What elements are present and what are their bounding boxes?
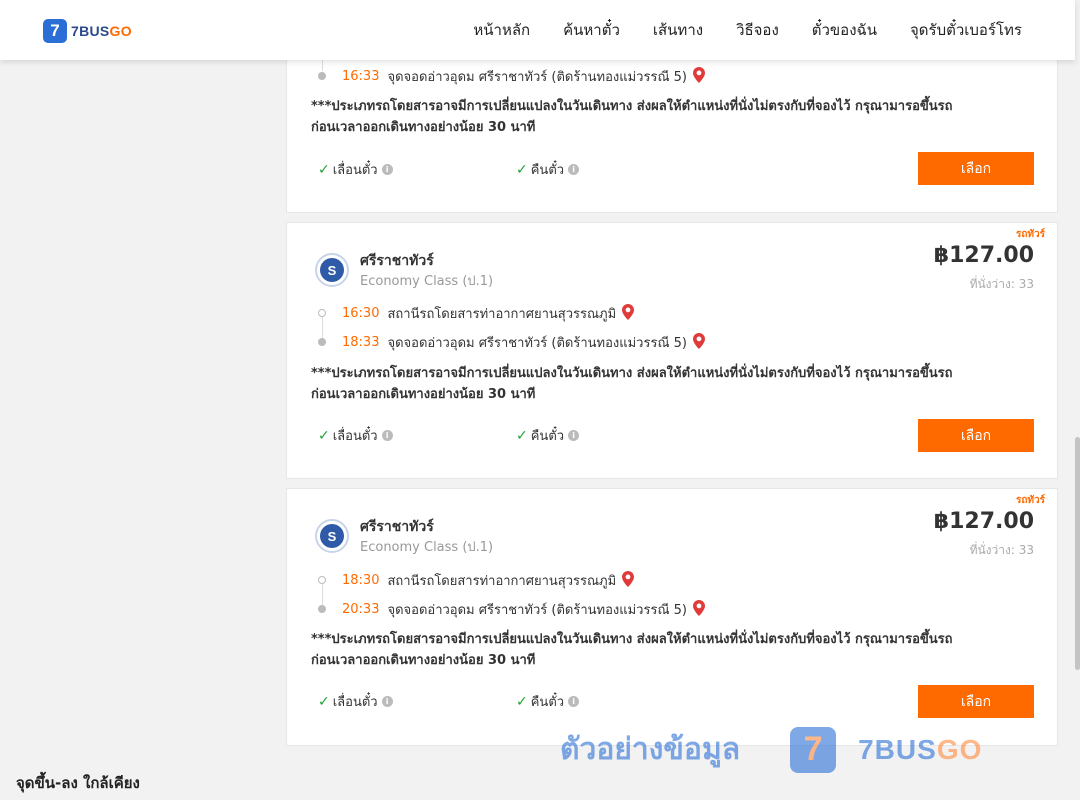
- nav-routes[interactable]: เส้นทาง: [653, 19, 703, 41]
- bus-type-label: รถทัวร์: [1015, 495, 1045, 506]
- refund-ticket-option[interactable]: ✓ คืนตั๋ว i: [516, 159, 580, 180]
- nav-menu: หน้าหลัก ค้นหาตั๋ว เส้นทาง วิธีจอง ตั๋วข…: [473, 19, 1022, 41]
- arrival-stop: 16:33 จุดจอดอ่าวอุดม ศรีราชาทัวร์ (ติดร้…: [342, 66, 705, 87]
- info-icon[interactable]: i: [381, 696, 393, 707]
- arrival-time: 20:33: [342, 602, 380, 617]
- arrival-dot: [318, 605, 326, 613]
- nav-how-to-book[interactable]: วิธีจอง: [736, 19, 779, 41]
- arrival-time: 18:33: [342, 335, 380, 350]
- change-ticket-option[interactable]: ✓ เลื่อนตั๋ว i: [318, 159, 393, 180]
- arrival-dot: [318, 72, 326, 80]
- map-pin-icon[interactable]: [692, 599, 705, 620]
- refund-ticket-option[interactable]: ✓ คืนตั๋ว i: [516, 425, 580, 446]
- logo-mark: 7: [43, 19, 67, 43]
- info-icon[interactable]: i: [568, 696, 580, 707]
- arrival-place: จุดจอดอ่าวอุดม ศรีราชาทัวร์ (ติดร้านทองแ…: [387, 70, 687, 85]
- map-pin-icon[interactable]: [692, 332, 705, 353]
- route-notice: ***ประเภทรถโดยสารอาจมีการเปลี่ยนแปลงในวั…: [311, 99, 953, 135]
- scrollbar-thumb[interactable]: [1075, 437, 1080, 670]
- logo-text: 7BUSGO: [71, 23, 132, 39]
- departure-time: 18:30: [342, 573, 380, 588]
- watermark-logo: 7: [790, 726, 837, 773]
- change-ticket-option[interactable]: ✓ เลื่อนตั๋ว i: [318, 691, 393, 712]
- info-icon[interactable]: i: [568, 430, 580, 441]
- check-icon: ✓: [516, 427, 528, 444]
- watermark: ตัวอย่างข้อมูล 7 7BUSGO: [560, 726, 982, 773]
- nav-home[interactable]: หน้าหลัก: [473, 19, 530, 41]
- arrival-place: จุดจอดอ่าวอุดม ศรีราชาทัวร์ (ติดร้านทองแ…: [387, 336, 687, 351]
- top-navbar: 7 7BUSGO หน้าหลัก ค้นหาตั๋ว เส้นทาง วิธี…: [0, 0, 1075, 60]
- departure-dot: [318, 576, 326, 584]
- departure-dot: [318, 309, 326, 317]
- trip-card: รถทัวร์ S ศรีราชาทัวร์ Economy Class (ป.…: [286, 222, 1058, 479]
- seat-class: Economy Class (ป.1): [360, 540, 494, 555]
- info-icon[interactable]: i: [568, 164, 580, 175]
- refund-ticket-option[interactable]: ✓ คืนตั๋ว i: [516, 691, 580, 712]
- ticket-price: ฿127.00: [933, 509, 1034, 534]
- arrival-stop: 18:33 จุดจอดอ่าวอุดม ศรีราชาทัวร์ (ติดร้…: [342, 332, 705, 353]
- select-trip-button[interactable]: เลือก: [918, 685, 1034, 718]
- arrival-stop: 20:33 จุดจอดอ่าวอุดม ศรีราชาทัวร์ (ติดร้…: [342, 599, 705, 620]
- check-icon: ✓: [516, 693, 528, 710]
- site-logo[interactable]: 7 7BUSGO: [43, 19, 132, 43]
- departure-stop: 18:30 สถานีรถโดยสารท่าอากาศยานสุวรรณภูมิ: [342, 570, 635, 591]
- arrival-place: จุดจอดอ่าวอุดม ศรีราชาทัวร์ (ติดร้านทองแ…: [387, 603, 687, 618]
- check-icon: ✓: [516, 161, 528, 178]
- route-notice: ***ประเภทรถโดยสารอาจมีการเปลี่ยนแปลงในวั…: [311, 366, 953, 402]
- check-icon: ✓: [318, 427, 330, 444]
- operator-logo: S: [315, 253, 349, 287]
- route-notice: ***ประเภทรถโดยสารอาจมีการเปลี่ยนแปลงในวั…: [311, 632, 953, 668]
- route-line: [321, 584, 323, 605]
- watermark-brand: 7BUSGO: [858, 733, 983, 765]
- arrival-time: 16:33: [342, 69, 380, 84]
- route-line: [321, 317, 323, 338]
- trip-card: รถทัวร์ S ศรีราชาทัวร์ Economy Class (ป.…: [286, 488, 1058, 746]
- seat-class: Economy Class (ป.1): [360, 274, 494, 289]
- info-icon[interactable]: i: [381, 430, 393, 441]
- seats-available: ที่นั่งว่าง: 33: [969, 277, 1034, 291]
- arrival-dot: [318, 338, 326, 346]
- nav-search-ticket[interactable]: ค้นหาตั๋ว: [563, 19, 620, 41]
- nav-my-tickets[interactable]: ตั๋วของฉัน: [812, 19, 877, 41]
- departure-time: 16:30: [342, 306, 380, 321]
- select-trip-button[interactable]: เลือก: [918, 152, 1034, 185]
- map-pin-icon[interactable]: [622, 570, 635, 591]
- seats-available: ที่นั่งว่าง: 33: [969, 543, 1034, 557]
- nav-ticket-pickup[interactable]: จุดรับตั๋วเบอร์โทร: [910, 19, 1022, 41]
- departure-stop: 16:30 สถานีรถโดยสารท่าอากาศยานสุวรรณภูมิ: [342, 303, 635, 324]
- info-icon[interactable]: i: [381, 164, 393, 175]
- nearby-stops-heading: จุดขึ้น-ลง ใกล้เคียง: [16, 774, 140, 792]
- map-pin-icon[interactable]: [622, 303, 635, 324]
- operator-name: ศรีราชาทัวร์: [360, 253, 434, 269]
- bus-type-label: รถทัวร์: [1015, 229, 1045, 240]
- departure-place: สถานีรถโดยสารท่าอากาศยานสุวรรณภูมิ: [387, 574, 617, 589]
- ticket-price: ฿127.00: [933, 243, 1034, 268]
- map-pin-icon[interactable]: [692, 66, 705, 87]
- watermark-text: ตัวอย่างข้อมูล: [560, 732, 741, 767]
- check-icon: ✓: [318, 693, 330, 710]
- change-ticket-option[interactable]: ✓ เลื่อนตั๋ว i: [318, 425, 393, 446]
- operator-name: ศรีราชาทัวร์: [360, 519, 434, 535]
- check-icon: ✓: [318, 161, 330, 178]
- departure-place: สถานีรถโดยสารท่าอากาศยานสุวรรณภูมิ: [387, 307, 617, 322]
- operator-logo: S: [315, 519, 349, 553]
- select-trip-button[interactable]: เลือก: [918, 419, 1034, 452]
- scrollbar-track[interactable]: [1075, 0, 1080, 800]
- trip-card: 16:33 จุดจอดอ่าวอุดม ศรีราชาทัวร์ (ติดร้…: [286, 40, 1058, 213]
